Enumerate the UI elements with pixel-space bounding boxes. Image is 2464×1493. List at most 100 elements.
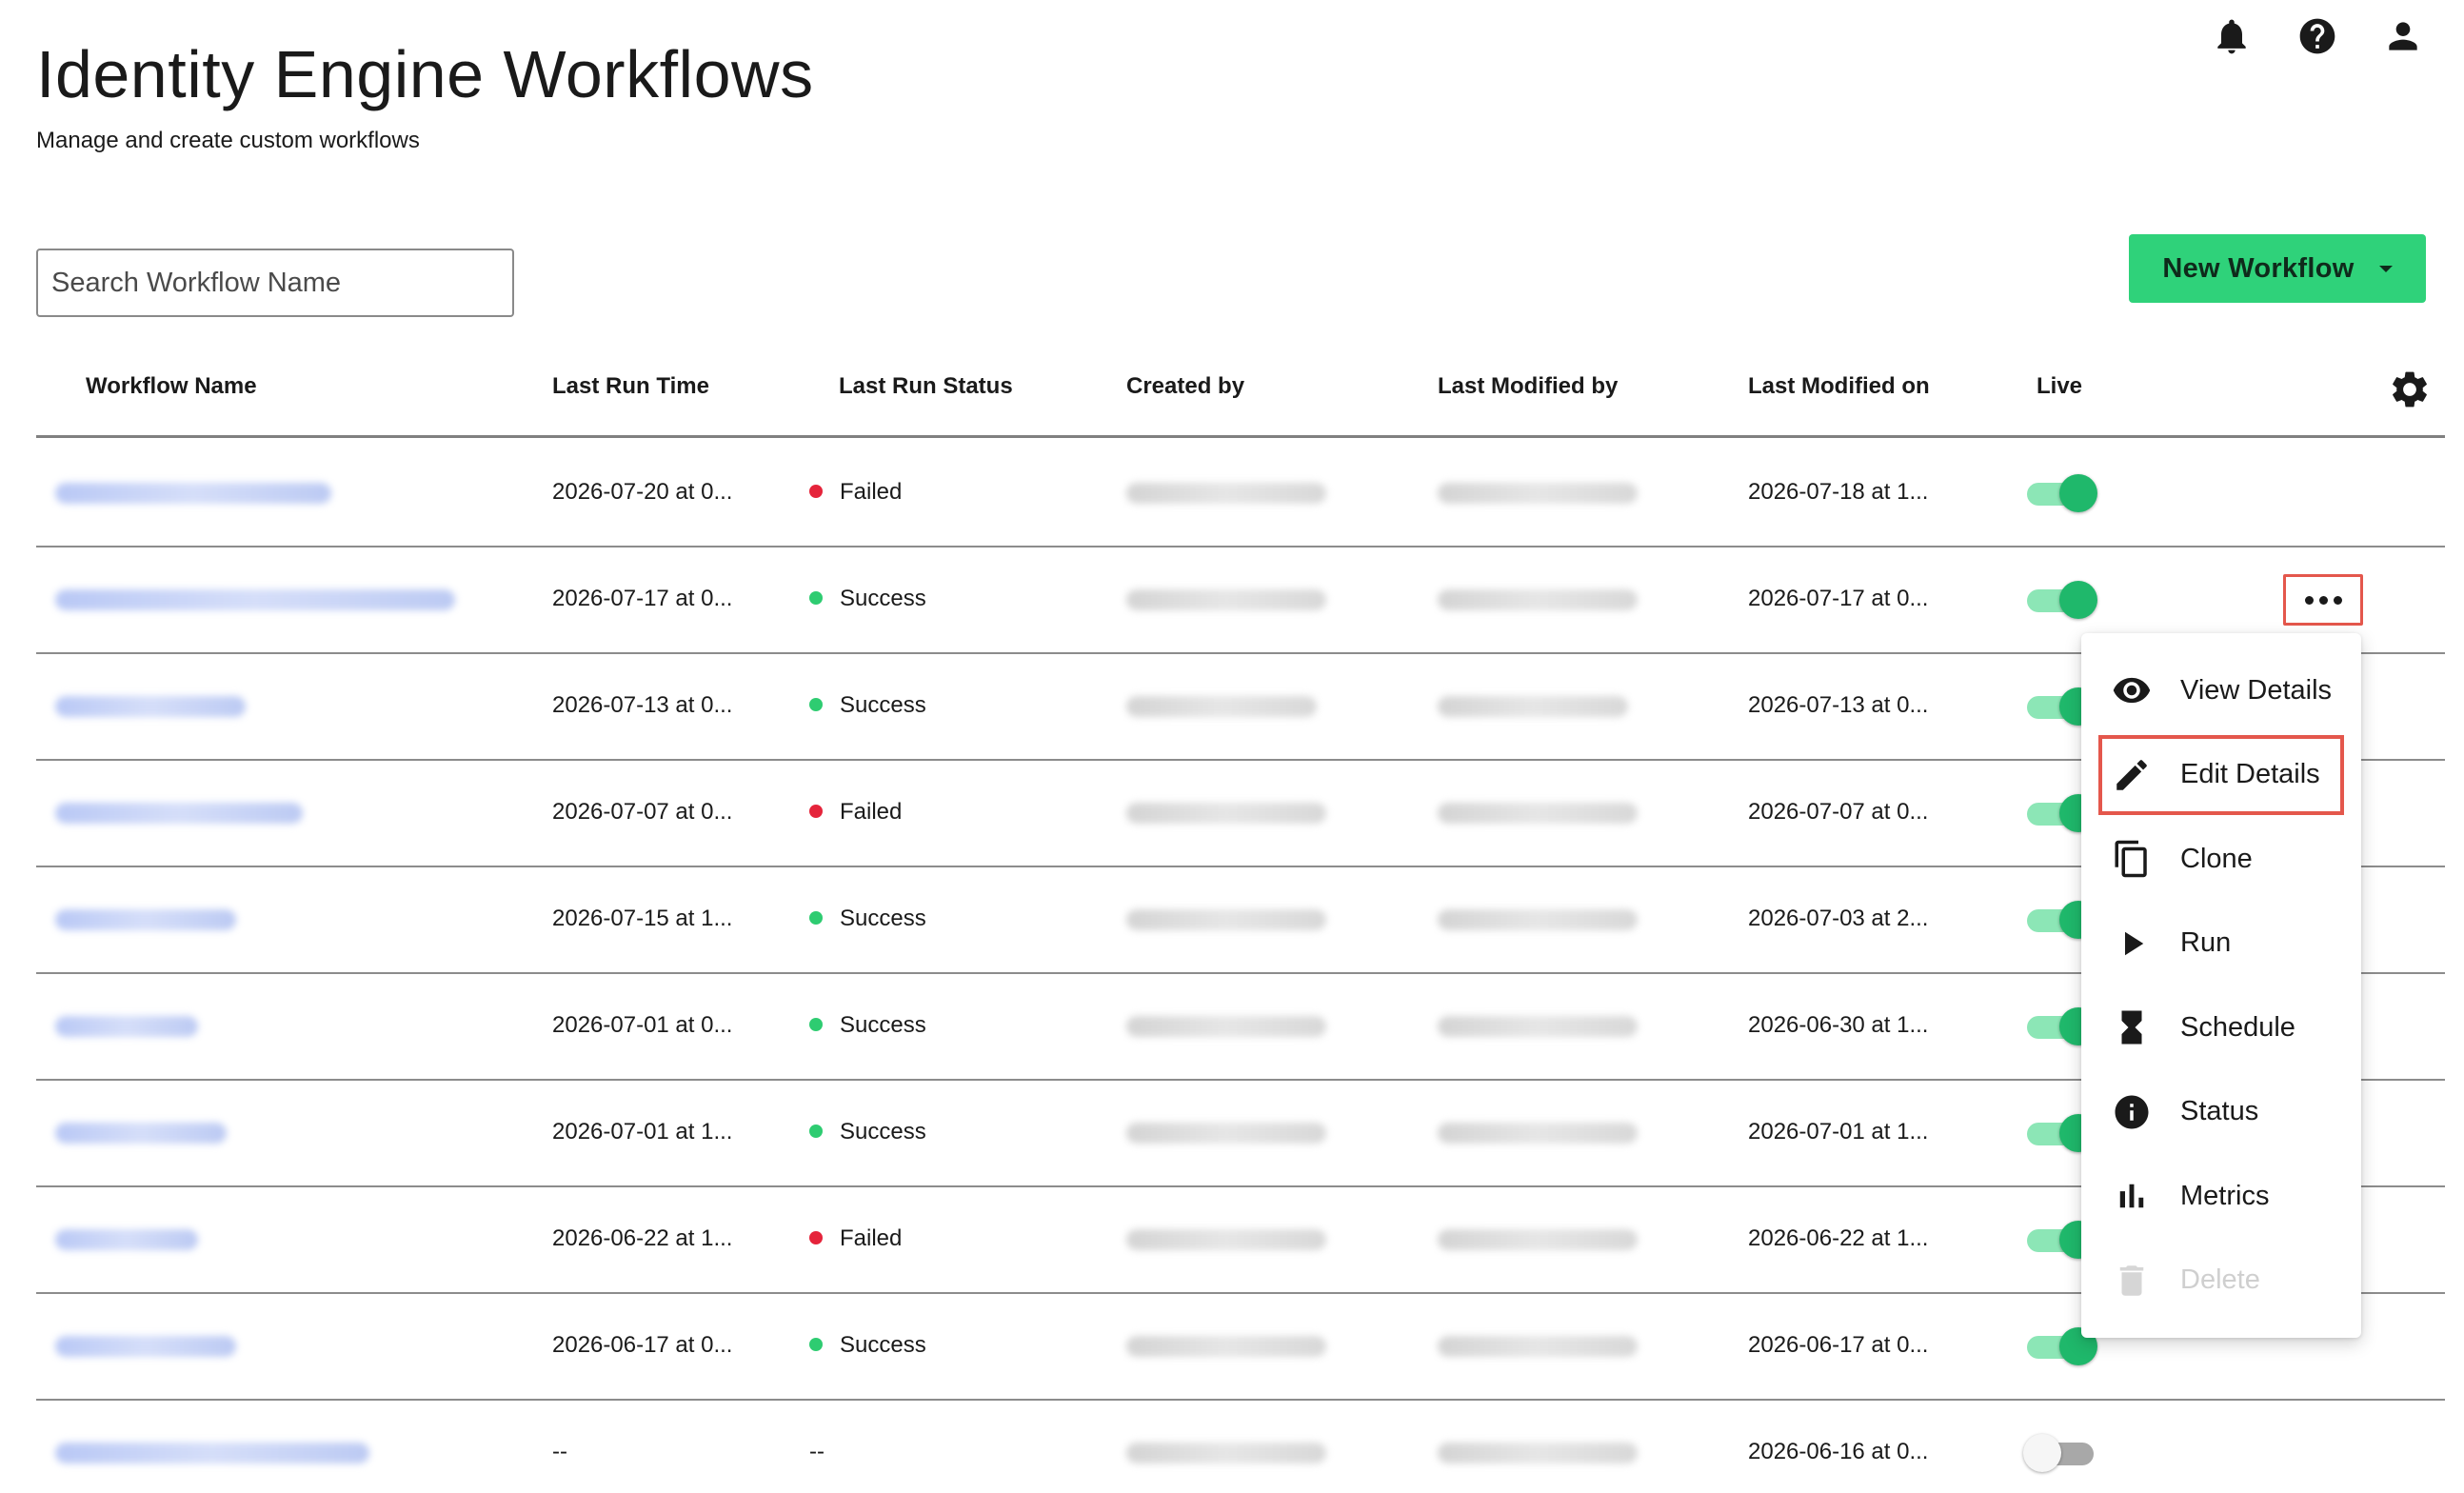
search-input[interactable] bbox=[36, 249, 514, 317]
live-toggle[interactable] bbox=[2023, 580, 2097, 620]
col-live[interactable]: Live bbox=[2037, 373, 2082, 400]
menu-item-delete: Delete bbox=[2081, 1239, 2361, 1324]
status-text: Success bbox=[840, 906, 926, 931]
last-modified-on: 2026-06-17 at 0... bbox=[1748, 1332, 1929, 1358]
last-modified-by bbox=[1438, 1336, 1638, 1357]
col-created-by[interactable]: Created by bbox=[1126, 373, 1244, 400]
workflow-name-link[interactable] bbox=[55, 1016, 198, 1037]
menu-item-edit-details[interactable]: Edit Details bbox=[2096, 733, 2346, 818]
status-dot bbox=[809, 484, 823, 498]
menu-item-label: View Details bbox=[2180, 674, 2333, 706]
more-actions-button[interactable] bbox=[2283, 574, 2363, 626]
status-text: Success bbox=[840, 1332, 926, 1358]
workflow-name-link[interactable] bbox=[55, 803, 303, 824]
menu-item-schedule[interactable]: Schedule bbox=[2081, 985, 2361, 1070]
status-text: Failed bbox=[840, 1225, 903, 1251]
menu-item-label: Schedule bbox=[2180, 1011, 2295, 1043]
last-run-time: 2026-06-17 at 0... bbox=[552, 1332, 733, 1358]
last-modified-on: 2026-07-18 at 1... bbox=[1748, 479, 1929, 505]
status-text: Failed bbox=[840, 479, 903, 505]
trash-icon bbox=[2119, 1265, 2144, 1296]
hourglass-icon bbox=[2121, 1010, 2142, 1045]
bell-icon[interactable] bbox=[2209, 13, 2255, 59]
last-modified-by bbox=[1438, 1016, 1638, 1037]
last-modified-on: 2026-07-03 at 2... bbox=[1748, 906, 1929, 931]
last-modified-on: 2026-07-01 at 1... bbox=[1748, 1119, 1929, 1145]
menu-item-run[interactable]: Run bbox=[2081, 902, 2361, 986]
header-icons bbox=[2209, 13, 2426, 59]
status-text: Success bbox=[840, 1119, 926, 1145]
play-icon bbox=[2125, 931, 2144, 955]
last-modified-on: 2026-07-07 at 0... bbox=[1748, 799, 1929, 825]
status-dot bbox=[809, 697, 823, 711]
last-modified-by bbox=[1438, 909, 1638, 930]
menu-item-label: Clone bbox=[2180, 843, 2253, 874]
workflow-name-link[interactable] bbox=[55, 1443, 369, 1463]
status-dot bbox=[809, 1337, 823, 1351]
new-workflow-button[interactable]: New Workflow bbox=[2129, 234, 2426, 303]
created-by bbox=[1126, 589, 1326, 610]
menu-item-label: Delete bbox=[2180, 1264, 2260, 1296]
created-by bbox=[1126, 483, 1326, 504]
bar-chart-icon bbox=[2119, 1184, 2144, 1208]
menu-item-label: Edit Details bbox=[2180, 759, 2320, 790]
menu-item-view-details[interactable]: View Details bbox=[2081, 648, 2361, 733]
status-dot bbox=[809, 1230, 823, 1244]
menu-item-metrics[interactable]: Metrics bbox=[2081, 1154, 2361, 1239]
eye-icon bbox=[2113, 678, 2151, 704]
info-icon bbox=[2115, 1095, 2149, 1129]
last-modified-on: 2026-07-17 at 0... bbox=[1748, 586, 1929, 611]
menu-item-label: Metrics bbox=[2180, 1180, 2270, 1211]
workflow-name-link[interactable] bbox=[55, 483, 331, 504]
status-text: -- bbox=[809, 1439, 825, 1464]
last-run-time: 2026-07-15 at 1... bbox=[552, 906, 733, 931]
last-run-time: 2026-07-01 at 1... bbox=[552, 1119, 733, 1145]
menu-item-label: Status bbox=[2180, 1096, 2259, 1127]
last-run-status: Success bbox=[809, 1332, 926, 1359]
workflow-name-link[interactable] bbox=[55, 1336, 236, 1357]
status-text: Success bbox=[840, 586, 926, 611]
status-dot bbox=[809, 590, 823, 605]
gear-icon[interactable] bbox=[2388, 368, 2432, 411]
last-modified-by bbox=[1438, 1123, 1638, 1144]
dot-icon bbox=[2333, 595, 2342, 605]
workflow-name-link[interactable] bbox=[55, 909, 236, 930]
status-text: Success bbox=[840, 1012, 926, 1038]
status-dot bbox=[809, 910, 823, 925]
col-last-modified-on[interactable]: Last Modified on bbox=[1748, 373, 1930, 400]
workflow-name-link[interactable] bbox=[55, 696, 246, 717]
last-run-status: Success bbox=[809, 1119, 926, 1145]
last-modified-on: 2026-06-30 at 1... bbox=[1748, 1012, 1929, 1038]
copy-icon bbox=[2115, 841, 2147, 878]
menu-item-clone[interactable]: Clone bbox=[2081, 817, 2361, 902]
created-by bbox=[1126, 696, 1317, 717]
created-by bbox=[1126, 1443, 1326, 1463]
status-dot bbox=[809, 1017, 823, 1031]
last-run-status: Success bbox=[809, 692, 926, 719]
workflow-name-link[interactable] bbox=[55, 589, 455, 610]
status-text: Failed bbox=[840, 799, 903, 825]
dot-icon bbox=[2318, 595, 2328, 605]
user-icon[interactable] bbox=[2380, 13, 2426, 59]
live-toggle[interactable] bbox=[2023, 473, 2097, 513]
menu-item-status[interactable]: Status bbox=[2081, 1070, 2361, 1155]
workflow-name-link[interactable] bbox=[55, 1229, 198, 1250]
last-run-status: Failed bbox=[809, 799, 902, 826]
status-dot bbox=[809, 1124, 823, 1138]
dot-icon bbox=[2304, 595, 2314, 605]
page-subtitle: Manage and create custom workflows bbox=[36, 128, 420, 153]
live-toggle[interactable] bbox=[2023, 1433, 2097, 1473]
col-workflow-name[interactable]: Workflow Name bbox=[86, 373, 257, 400]
col-last-run-time[interactable]: Last Run Time bbox=[552, 373, 709, 400]
last-run-time: 2026-07-13 at 0... bbox=[552, 692, 733, 718]
help-icon[interactable] bbox=[2295, 13, 2340, 59]
pencil-icon bbox=[2116, 759, 2147, 790]
col-last-modified-by[interactable]: Last Modified by bbox=[1438, 373, 1618, 400]
table-header: Workflow Name Last Run Time Last Run Sta… bbox=[36, 352, 2445, 438]
created-by bbox=[1126, 803, 1326, 824]
menu-item-label: Run bbox=[2180, 927, 2232, 959]
col-last-run-status[interactable]: Last Run Status bbox=[839, 373, 1013, 400]
last-run-time: -- bbox=[552, 1439, 567, 1464]
last-run-status: Success bbox=[809, 586, 926, 612]
workflow-name-link[interactable] bbox=[55, 1123, 227, 1144]
